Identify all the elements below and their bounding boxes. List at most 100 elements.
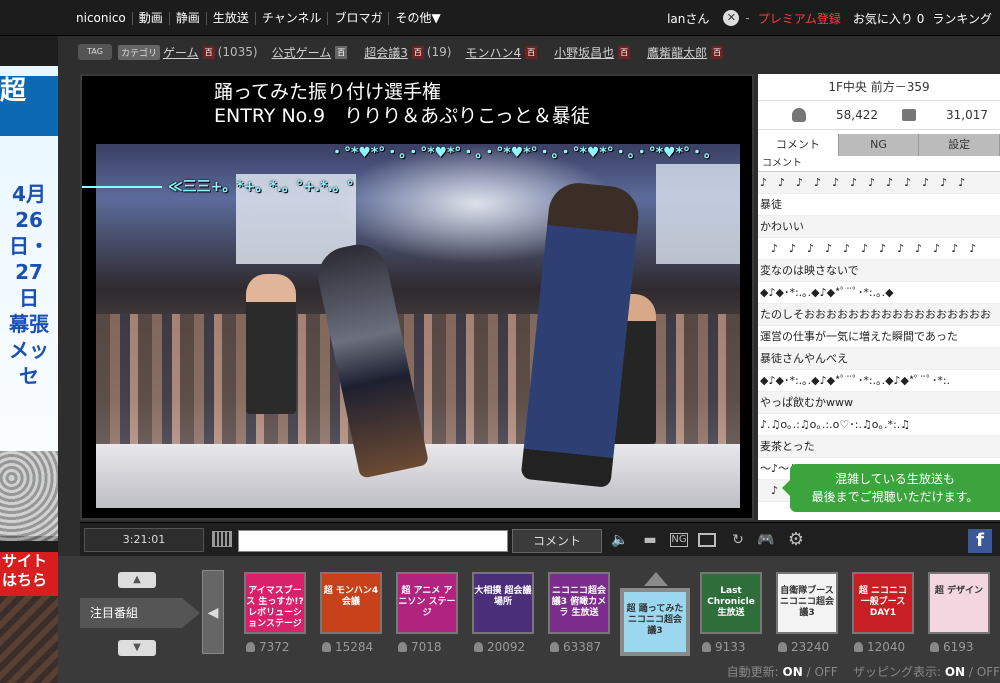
comment-row[interactable]: ◆♪◆･*:.｡.◆♪◆*ﾟ¨ﾟ･*:.｡.◆♪◆*ﾟ¨ﾟ･*:.: [758, 370, 1000, 392]
program-thumbnail[interactable]: ニコニコ超会議3 俯瞰カメラ 生放送: [548, 572, 610, 634]
reload-icon[interactable]: ↻: [728, 531, 748, 549]
tag-game[interactable]: ゲーム: [163, 44, 199, 61]
comment-row[interactable]: やっぱ飲むかwww: [758, 392, 1000, 414]
dictionary-icon[interactable]: 百: [711, 45, 724, 59]
comment-input[interactable]: [238, 530, 508, 552]
viewer-count-value: 12040: [867, 640, 906, 654]
nav-douga[interactable]: 動画: [133, 11, 170, 25]
comment-tabs: コメント NG 設定: [758, 134, 1000, 156]
program-viewer-count: 7018: [398, 640, 442, 654]
program-viewer-count: 23240: [778, 640, 829, 654]
program-thumbnail[interactable]: 超 デザイン: [928, 572, 990, 634]
dictionary-icon[interactable]: 百: [525, 45, 538, 59]
banner-site-link[interactable]: サイトはちら: [0, 552, 58, 596]
nav-channel[interactable]: チャンネル: [256, 11, 329, 25]
close-icon[interactable]: ✕: [723, 10, 740, 26]
tag-count: (1035): [217, 45, 258, 59]
status-line: 自動更新: ON / OFF ザッピング表示: ON / OFF: [726, 665, 1000, 679]
dictionary-icon[interactable]: 百: [202, 45, 215, 59]
video-frame[interactable]: [96, 144, 740, 508]
program-viewer-count: 7372: [246, 640, 290, 654]
tag-chokaigi3[interactable]: 超会議3: [364, 44, 408, 61]
tab-settings[interactable]: 設定: [919, 134, 1000, 156]
program-viewer-count: 63387: [550, 640, 601, 654]
banner-lower-image: [0, 596, 58, 683]
ranking-link[interactable]: ランキング: [932, 10, 992, 27]
comment-submit-button[interactable]: コメント: [512, 529, 602, 553]
comment-row[interactable]: ◆♪◆･*:.｡.◆♪◆*ﾟ¨ﾟ･*:.｡.◆: [758, 282, 1000, 304]
viewer-icon: [474, 642, 483, 652]
dictionary-icon[interactable]: 百: [618, 45, 631, 59]
tag-count: (19): [426, 45, 452, 59]
comment-row[interactable]: 暴徒: [758, 194, 1000, 216]
featured-label: 注目番組: [80, 598, 200, 628]
dictionary-icon[interactable]: 百: [411, 45, 424, 59]
speaker-icon[interactable]: 🔈: [610, 531, 630, 549]
comment-row[interactable]: 暴徒さんやんべえ: [758, 348, 1000, 370]
video-player[interactable]: 踊ってみた振り付け選手権 ENTRY No.9 りりり＆あぷりこっと＆暴徒 ・°…: [80, 74, 754, 520]
comment-row[interactable]: 変なのは映さないで: [758, 260, 1000, 282]
app-icon[interactable]: 🎮: [756, 531, 776, 549]
nav-seiga[interactable]: 静画: [170, 11, 207, 25]
banner-logo: 超: [0, 76, 58, 136]
program-thumbnail[interactable]: 超 モンハン4 会議: [320, 572, 382, 634]
ng-icon[interactable]: NG: [670, 533, 688, 547]
favorites-link[interactable]: お気に入り 0: [853, 10, 924, 27]
scroll-down-button[interactable]: ▼: [118, 640, 156, 656]
danmaku-comment: ≪三三+。*+。*.。°+.*.。°: [168, 179, 354, 195]
tab-ng[interactable]: NG: [839, 134, 920, 156]
viewer-count-value: 23240: [791, 640, 830, 654]
program-thumbnail[interactable]: 大相撲 超会議場所: [472, 572, 534, 634]
comment-row[interactable]: たのしそおおおおおおおおおおおおおおおおお: [758, 304, 1000, 326]
user-menu: lanさん ✕ - プレミアム登録 お気に入り 0 ランキング: [667, 0, 1000, 36]
control-bar: 3:21:01 コメント 🔈 ▬ NG ↻ 🎮 ⚙ f: [80, 522, 1000, 556]
viewer-count-value: 7018: [411, 640, 442, 654]
nav-other[interactable]: その他▼: [389, 11, 446, 25]
banner-date-text: 4月26日・27日: [9, 182, 49, 310]
toast-line-1: 混雑している生放送も: [835, 472, 955, 486]
facebook-icon[interactable]: f: [968, 529, 992, 553]
program-thumbnail[interactable]: 超 アニメ アニソン ステージ: [396, 572, 458, 634]
scroll-left-button[interactable]: ◀: [202, 570, 224, 654]
comment-row[interactable]: かわいい: [758, 216, 1000, 238]
left-banner-ad[interactable]: 超 4月26日・27日 幕張メッセ サイトはちら: [0, 36, 58, 683]
comment-row[interactable]: ♪ ♪ ♪ ♪ ♪ ♪ ♪ ♪ ♪ ♪ ♪ ♪: [758, 172, 1000, 194]
keyboard-icon[interactable]: [212, 531, 232, 547]
comment-row[interactable]: ♪ ♪ ♪ ♪ ♪ ♪ ♪ ♪ ♪ ♪ ♪ ♪: [758, 238, 1000, 260]
program-viewer-count: 6193: [930, 640, 974, 654]
category-badge: カテゴリ: [118, 44, 161, 60]
tag-official-game[interactable]: 公式ゲーム: [272, 44, 332, 61]
zapping-off[interactable]: OFF: [977, 665, 1000, 679]
user-name[interactable]: lanさん: [667, 10, 709, 27]
comment-list[interactable]: ♪ ♪ ♪ ♪ ♪ ♪ ♪ ♪ ♪ ♪ ♪ ♪ 暴徒 かわいい ♪ ♪ ♪ ♪ …: [758, 172, 1000, 502]
screen-icon[interactable]: [698, 533, 716, 547]
viewer-icon: [322, 642, 331, 652]
nav-live[interactable]: 生放送: [207, 11, 256, 25]
nav-blomaga[interactable]: ブロマガ: [328, 11, 390, 25]
program-thumbnail[interactable]: 超 踊ってみた ニコニコ超会議3: [620, 588, 690, 656]
comment-row[interactable]: 運営の仕事が一気に増えた瞬間であった: [758, 326, 1000, 348]
comment-row[interactable]: ♪.♫o｡.:♫o｡.:.o♡･:.♫o｡.*:.♫: [758, 414, 1000, 436]
comment-icon[interactable]: ▬: [640, 531, 660, 549]
comment-column-header: コメント: [758, 156, 1000, 172]
tag-takanohashi[interactable]: 鷹觜龍太郎: [647, 44, 707, 61]
auto-update-off[interactable]: OFF: [814, 665, 837, 679]
comment-row[interactable]: 麦茶とった: [758, 436, 1000, 458]
program-thumbnail[interactable]: 超 ニコニコ 一般ブース DAY1: [852, 572, 914, 634]
tag-onosaka[interactable]: 小野坂昌也: [554, 44, 614, 61]
tag-monhan4[interactable]: モンハン4: [465, 44, 521, 61]
auto-update-on[interactable]: ON: [783, 665, 803, 679]
gear-icon[interactable]: ⚙: [786, 531, 806, 549]
viewer-count-value: 6193: [943, 640, 974, 654]
program-thumbnail[interactable]: 自衛隊ブース ニコニコ超会議3: [776, 572, 838, 634]
dictionary-icon[interactable]: 百: [335, 45, 348, 59]
premium-link[interactable]: プレミアム登録: [758, 10, 841, 27]
scroll-up-button[interactable]: ▲: [118, 572, 156, 588]
zapping-on[interactable]: ON: [945, 665, 965, 679]
viewer-count-value: 7372: [259, 640, 290, 654]
program-thumbnail[interactable]: Last Chronicle 生放送: [700, 572, 762, 634]
viewer-icon: [702, 642, 711, 652]
program-thumbnail[interactable]: アイマスブース 生っすか!? レボリューションステージ: [244, 572, 306, 634]
tab-comment[interactable]: コメント: [758, 134, 839, 156]
nav-niconico[interactable]: niconico: [70, 11, 133, 25]
